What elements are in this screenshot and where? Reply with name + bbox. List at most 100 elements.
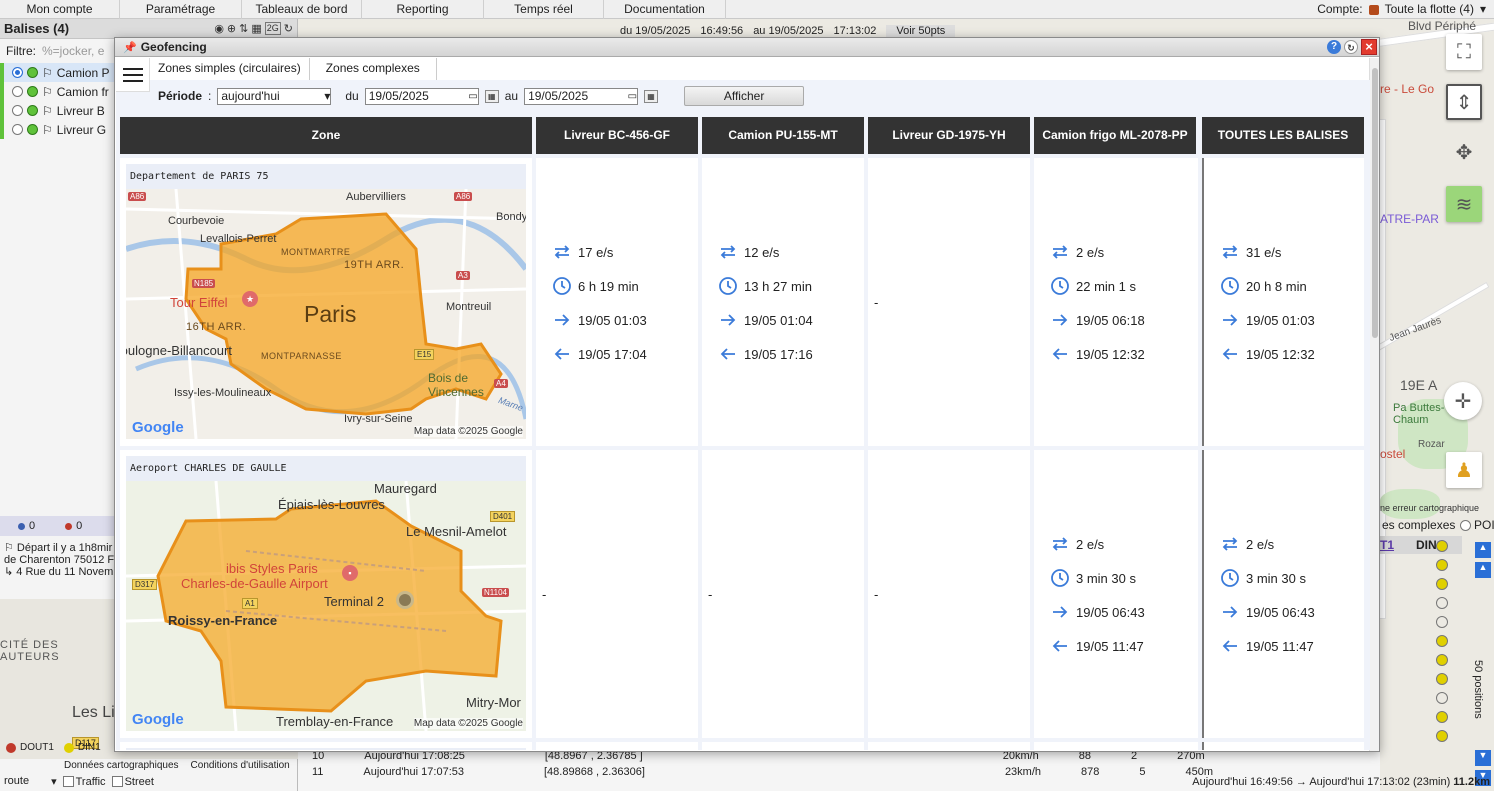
tab-zones-simples[interactable]: Zones simples (circulaires) xyxy=(150,58,310,80)
arrow-left-icon xyxy=(552,344,572,364)
blue-dot-icon xyxy=(18,522,25,530)
period-select[interactable]: aujourd'hui ▾ xyxy=(217,87,332,105)
map-label: Roissy-en-France xyxy=(168,613,278,628)
map-label: 19TH ARR. xyxy=(344,259,405,271)
traffic-label: Traffic xyxy=(75,775,106,788)
menu-hamburger-icon[interactable] xyxy=(116,58,150,92)
menu-documentation[interactable]: Documentation xyxy=(604,0,726,19)
map-label: Courbevoie xyxy=(168,215,225,227)
zone-cell-paris: Departement de PARIS 75 A86 A86 N185 A3 … xyxy=(120,158,532,446)
poi-option[interactable]: POI xyxy=(1460,518,1494,532)
dout-label: DOUT1 xyxy=(20,742,54,753)
last-exit: 19/05 11:47 xyxy=(1246,638,1314,654)
map-label: Tremblay-en-France xyxy=(276,714,394,729)
menu-parametrage[interactable]: Paramétrage xyxy=(120,0,242,19)
google-logo: Google xyxy=(132,711,184,728)
clock-icon xyxy=(1050,276,1070,296)
track-date-range: du 19/05/2025 16:49:56 au 19/05/2025 17:… xyxy=(620,24,1160,38)
menu-temps-reel[interactable]: Temps réel xyxy=(484,0,604,19)
grid-icon[interactable]: ▦ xyxy=(251,22,261,35)
tab-zones-complexes[interactable]: Zones complexes xyxy=(309,58,437,80)
date-to-input[interactable]: 19/05/2025 ▭ xyxy=(524,87,639,105)
menu-mon-compte[interactable]: Mon compte xyxy=(0,0,120,19)
arrow-right-icon xyxy=(552,310,572,330)
date-from-input[interactable]: 19/05/2025 ▭ xyxy=(364,87,479,105)
road-shield: E15 xyxy=(414,349,435,360)
close-icon[interactable]: × xyxy=(1361,39,1377,55)
refresh-icon[interactable]: ↻ xyxy=(1344,40,1358,54)
geofence-cell-empty: - xyxy=(536,450,698,738)
expand-vertical-icon[interactable]: ⇕ xyxy=(1446,84,1482,120)
zone-map-paris[interactable]: A86 A86 N185 A3 E15 A4 Aubervilliers Cou… xyxy=(126,189,526,439)
dialog-titlebar[interactable]: 📌 Geofencing ? ↻ × xyxy=(115,38,1379,57)
stat-count-red: 0 xyxy=(76,520,83,532)
zoom-icon[interactable]: ⊕ xyxy=(227,22,236,35)
calendar-icon[interactable]: ▭ xyxy=(468,91,477,102)
google-logo-text: Google xyxy=(132,711,184,728)
col-t1-header[interactable]: T1 xyxy=(1380,538,1394,552)
beacon-radio[interactable] xyxy=(12,67,23,78)
geofence-cell-total: 31 e/s 20 h 8 min 19/05 01:03 19/05 12:3… xyxy=(1202,158,1364,446)
map-label-19e: 19E A xyxy=(1400,377,1438,393)
filter-input[interactable]: %=jocker, e xyxy=(42,44,104,58)
menu-reporting[interactable]: Reporting xyxy=(362,0,484,19)
street-label: Street xyxy=(124,775,154,788)
beacon-radio[interactable] xyxy=(12,124,23,135)
street-checkbox[interactable]: Street xyxy=(111,775,154,788)
beacon-radio[interactable] xyxy=(12,86,23,97)
zone-title: Aeroport CHARLES DE GAULLE xyxy=(126,456,526,481)
sort-icon[interactable]: ⇅ xyxy=(239,22,248,35)
pan-control-icon[interactable]: ✛ xyxy=(1444,382,1482,420)
din-label: DIN1 xyxy=(77,742,101,753)
zones-complexes-option[interactable]: es complexes xyxy=(1382,518,1455,532)
poi-label: POI xyxy=(1474,518,1494,532)
road-shield: N185 xyxy=(192,279,216,288)
fullscreen-icon[interactable]: ⛶ xyxy=(1446,34,1482,70)
beacon-label: Livreur B xyxy=(56,103,105,118)
table-row[interactable]: 11 Aujourd'hui 17:07:53 [48.89868 , 2.36… xyxy=(312,766,1213,778)
map-label: Aubervilliers xyxy=(346,191,406,203)
filter-label: Filtre: xyxy=(6,44,36,58)
calendar-icon[interactable]: ▭ xyxy=(628,91,637,102)
track-from-date: du 19/05/2025 xyxy=(620,25,691,37)
voir-points-button[interactable]: Voir 50pts xyxy=(886,25,956,37)
map-label: Charles-de-Gaulle Airport xyxy=(181,576,328,591)
arrow-right-icon xyxy=(1220,602,1240,622)
account-selector[interactable]: Compte: Toute la flotte (4) ▾ xyxy=(1317,0,1486,19)
scroll-top-icon[interactable]: ▲ xyxy=(1475,542,1491,558)
account-value: Toute la flotte (4) xyxy=(1384,2,1474,16)
collapse-arrows-icon[interactable]: ✥ xyxy=(1446,134,1482,170)
duration-in-zone: 22 min 1 s xyxy=(1076,278,1136,294)
network-2g-icon[interactable]: 2G xyxy=(264,22,281,35)
map-label-boulevard: Blvd Périphé xyxy=(1408,19,1477,33)
arrow-left-icon xyxy=(1050,344,1070,364)
entries-exits-count: 2 e/s xyxy=(1076,536,1105,552)
beacon-radio[interactable] xyxy=(12,105,23,116)
first-entry: 19/05 01:04 xyxy=(744,312,813,328)
map-label-rozar: Rozar xyxy=(1418,439,1445,450)
street-view-pegman-icon[interactable]: ♟ xyxy=(1446,452,1482,488)
refresh-icon[interactable]: ↻ xyxy=(284,22,293,35)
afficher-button[interactable]: Afficher xyxy=(684,86,805,106)
traffic-layer-icon[interactable]: ≋ xyxy=(1446,186,1482,222)
menu-tableaux-de-bord[interactable]: Tableaux de bord xyxy=(242,0,362,19)
arrow-right-icon xyxy=(1050,310,1070,330)
terms-link[interactable]: Conditions d'utilisation xyxy=(191,760,290,771)
map-type-select[interactable]: route ▾ xyxy=(4,775,57,788)
dialog-scrollbar[interactable] xyxy=(1369,58,1379,751)
traffic-checkbox[interactable]: Traffic xyxy=(62,775,106,788)
map-data-link[interactable]: Données cartographiques xyxy=(64,760,179,771)
arrow-right-icon xyxy=(1220,310,1240,330)
scroll-up-icon[interactable]: ▲ xyxy=(1475,562,1491,578)
entries-exits-count: 2 e/s xyxy=(1076,244,1105,260)
stat-count-blue: 0 xyxy=(29,520,36,532)
calendar-picker-icon[interactable]: ▦ xyxy=(484,89,499,103)
row-speed: 23km/h xyxy=(1004,766,1042,778)
help-icon[interactable]: ? xyxy=(1327,40,1341,54)
zone-map-cdg[interactable]: D401 D317 A1 N1104 Mauregard Épiais-lès-… xyxy=(126,481,526,731)
scroll-down-icon[interactable]: ▼ xyxy=(1475,750,1491,766)
beacons-title: Balises (4) xyxy=(4,21,70,36)
map-label: 16TH ARR. xyxy=(186,321,247,333)
target-icon[interactable]: ◉ xyxy=(214,22,224,35)
calendar-picker-icon[interactable]: ▦ xyxy=(644,89,659,103)
